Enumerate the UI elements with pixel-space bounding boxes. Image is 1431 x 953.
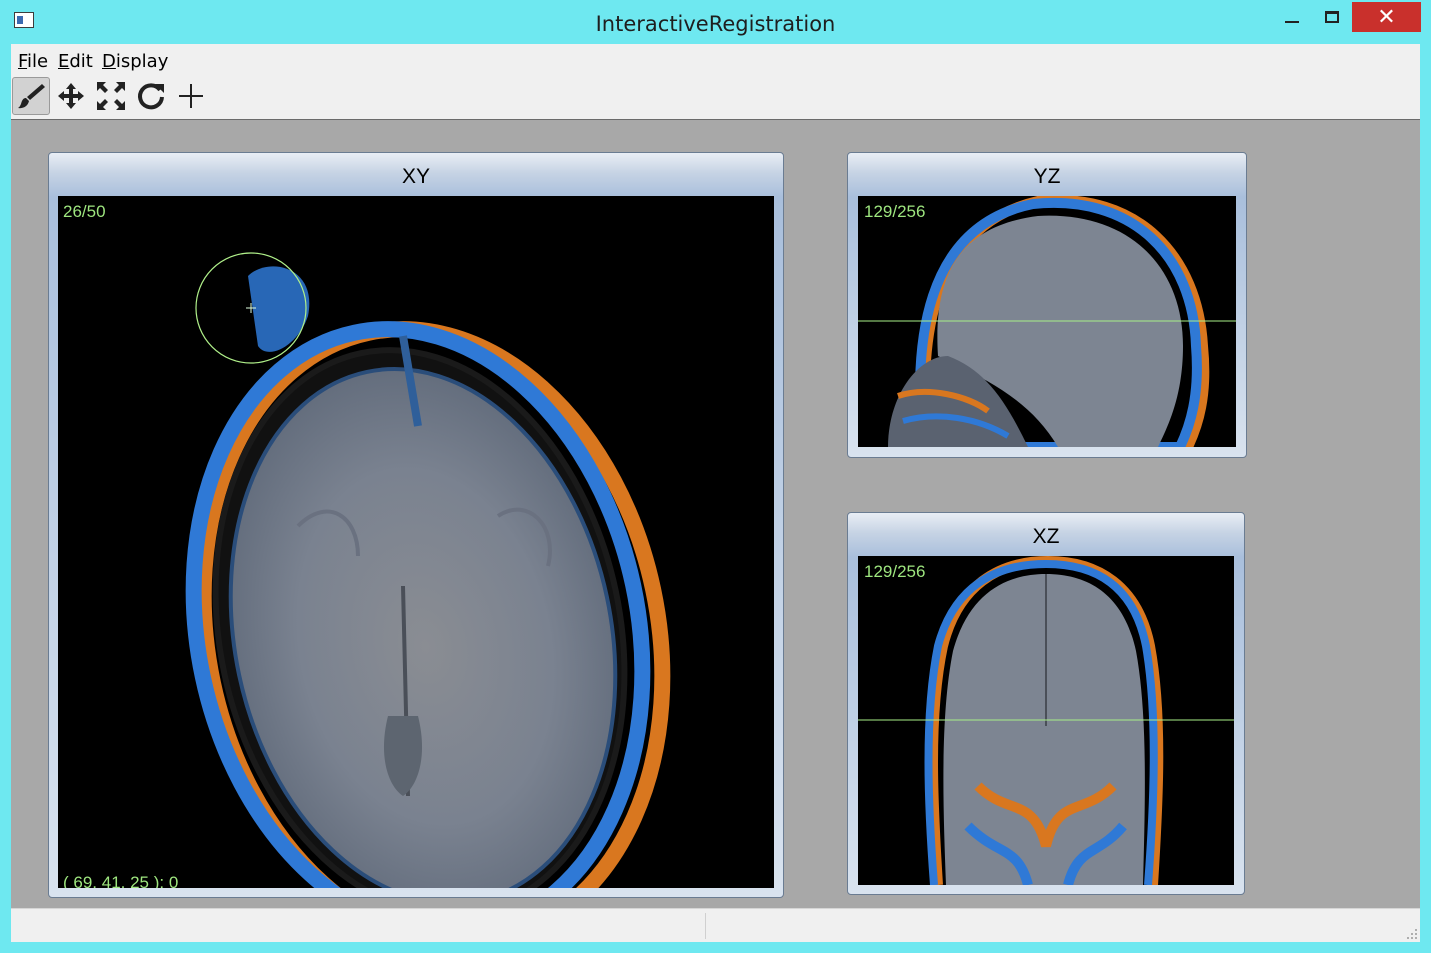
maximize-button[interactable] bbox=[1312, 2, 1352, 32]
scale-tool[interactable] bbox=[92, 77, 130, 115]
add-point-tool[interactable] bbox=[172, 77, 210, 115]
main-window-client: File Edit Display XY 26/50 (69, 41, 25 … bbox=[11, 44, 1420, 942]
move-arrows-icon bbox=[58, 83, 84, 109]
window-title: InteractiveRegistration bbox=[595, 12, 836, 36]
menu-display[interactable]: Display bbox=[102, 51, 168, 72]
view-workspace: XY 26/50 (69, 41, 25): 0 YZ 129/256 XZ… bbox=[11, 119, 1420, 908]
xy-cursor-readout: ( 69, 41, 25 ): 0 bbox=[63, 873, 179, 888]
xy-slice-indicator: 26/50 bbox=[63, 202, 106, 221]
resize-grip-icon[interactable] bbox=[1406, 928, 1418, 940]
rotate-icon bbox=[138, 83, 164, 110]
xy-slice-image bbox=[185, 252, 671, 888]
close-icon: ✕ bbox=[1377, 4, 1396, 29]
menu-edit[interactable]: Edit bbox=[58, 51, 93, 72]
xz-viewport[interactable]: 129/256 bbox=[858, 556, 1234, 885]
rotate-tool[interactable] bbox=[132, 77, 170, 115]
title-bar[interactable]: InteractiveRegistration ✕ bbox=[0, 0, 1431, 44]
minimize-button[interactable] bbox=[1270, 2, 1314, 32]
xy-viewport[interactable]: 26/50 ( 69, 41, 25 ): 0 bbox=[58, 196, 774, 888]
paint-brush-icon bbox=[18, 84, 45, 109]
status-bar bbox=[11, 908, 1420, 942]
yz-viewport[interactable]: 129/256 bbox=[858, 196, 1236, 447]
xy-view-title: XY bbox=[401, 165, 430, 188]
maximize-icon bbox=[1325, 11, 1339, 23]
menu-bar: File Edit Display bbox=[11, 44, 1420, 74]
yz-slice-indicator: 129/256 bbox=[864, 202, 926, 221]
xz-slice-image bbox=[858, 556, 1234, 885]
application-window: InteractiveRegistration ✕ File Edit Disp… bbox=[0, 0, 1431, 953]
paint-brush-tool[interactable] bbox=[12, 77, 50, 115]
minimize-icon bbox=[1285, 21, 1299, 23]
yz-slice-image bbox=[858, 196, 1236, 447]
translate-tool[interactable] bbox=[52, 77, 90, 115]
xz-view-panel: XZ 129/256 bbox=[847, 512, 1245, 895]
xz-view-title: XZ bbox=[1032, 525, 1060, 548]
expand-arrows-icon bbox=[97, 82, 125, 110]
status-separator bbox=[705, 913, 706, 939]
menu-file[interactable]: File bbox=[18, 51, 48, 72]
xz-slice-indicator: 129/256 bbox=[864, 562, 926, 581]
yz-view-panel: YZ 129/256 bbox=[847, 152, 1247, 458]
close-button[interactable]: ✕ bbox=[1352, 2, 1421, 32]
yz-view-title: YZ bbox=[1033, 165, 1061, 188]
toolbar bbox=[11, 74, 1420, 118]
xy-view-panel: XY 26/50 (69, 41, 25): 0 bbox=[48, 152, 784, 898]
plus-icon bbox=[179, 84, 203, 108]
